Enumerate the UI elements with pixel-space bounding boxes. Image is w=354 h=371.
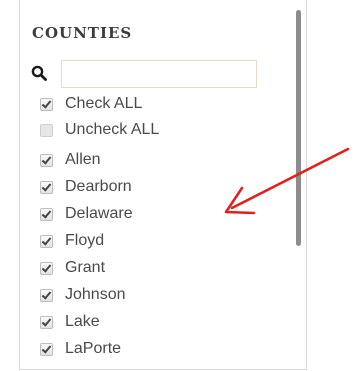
uncheck-all-label: Uncheck ALL	[65, 121, 160, 138]
check-all-item[interactable]: Check ALL	[40, 92, 142, 116]
county-checkbox-laporte[interactable]	[40, 342, 53, 356]
county-label-delaware: Delaware	[65, 205, 133, 222]
uncheck-all-checkbox[interactable]	[40, 123, 53, 137]
county-label-grant: Grant	[65, 259, 106, 276]
county-label-johnson: Johnson	[65, 286, 126, 303]
scrollbar-thumb[interactable]	[296, 10, 301, 246]
uncheck-all-item[interactable]: Uncheck ALL	[40, 118, 159, 142]
county-checkbox-johnson[interactable]	[40, 288, 53, 302]
county-label-floyd: Floyd	[65, 232, 105, 249]
county-item-laporte[interactable]: LaPorte	[40, 337, 121, 361]
panel-title: COUNTIES	[32, 24, 133, 42]
check-all-checkbox[interactable]	[40, 97, 53, 111]
counties-panel: COUNTIES Check ALL Uncheck ALL Allen Dea…	[19, 0, 307, 370]
county-checkbox-grant[interactable]	[40, 261, 53, 275]
county-search-input[interactable]	[61, 60, 257, 88]
county-checkbox-delaware[interactable]	[40, 207, 53, 221]
county-item-grant[interactable]: Grant	[40, 256, 105, 280]
county-label-allen: Allen	[65, 151, 101, 168]
county-item-lake[interactable]: Lake	[40, 310, 100, 334]
county-checkbox-dearborn[interactable]	[40, 180, 53, 194]
county-item-delaware[interactable]: Delaware	[40, 202, 133, 226]
county-label-dearborn: Dearborn	[65, 178, 132, 195]
county-item-johnson[interactable]: Johnson	[40, 283, 126, 307]
county-checkbox-lake[interactable]	[40, 315, 53, 329]
county-item-floyd[interactable]: Floyd	[40, 229, 104, 253]
county-item-allen[interactable]: Allen	[40, 148, 101, 172]
county-checkbox-floyd[interactable]	[40, 234, 53, 248]
county-checkbox-allen[interactable]	[40, 153, 53, 167]
county-label-lake: Lake	[65, 313, 100, 330]
county-item-dearborn[interactable]: Dearborn	[40, 175, 132, 199]
county-label-laporte: LaPorte	[65, 340, 122, 357]
check-all-label: Check ALL	[65, 95, 143, 112]
search-icon[interactable]	[31, 65, 47, 81]
